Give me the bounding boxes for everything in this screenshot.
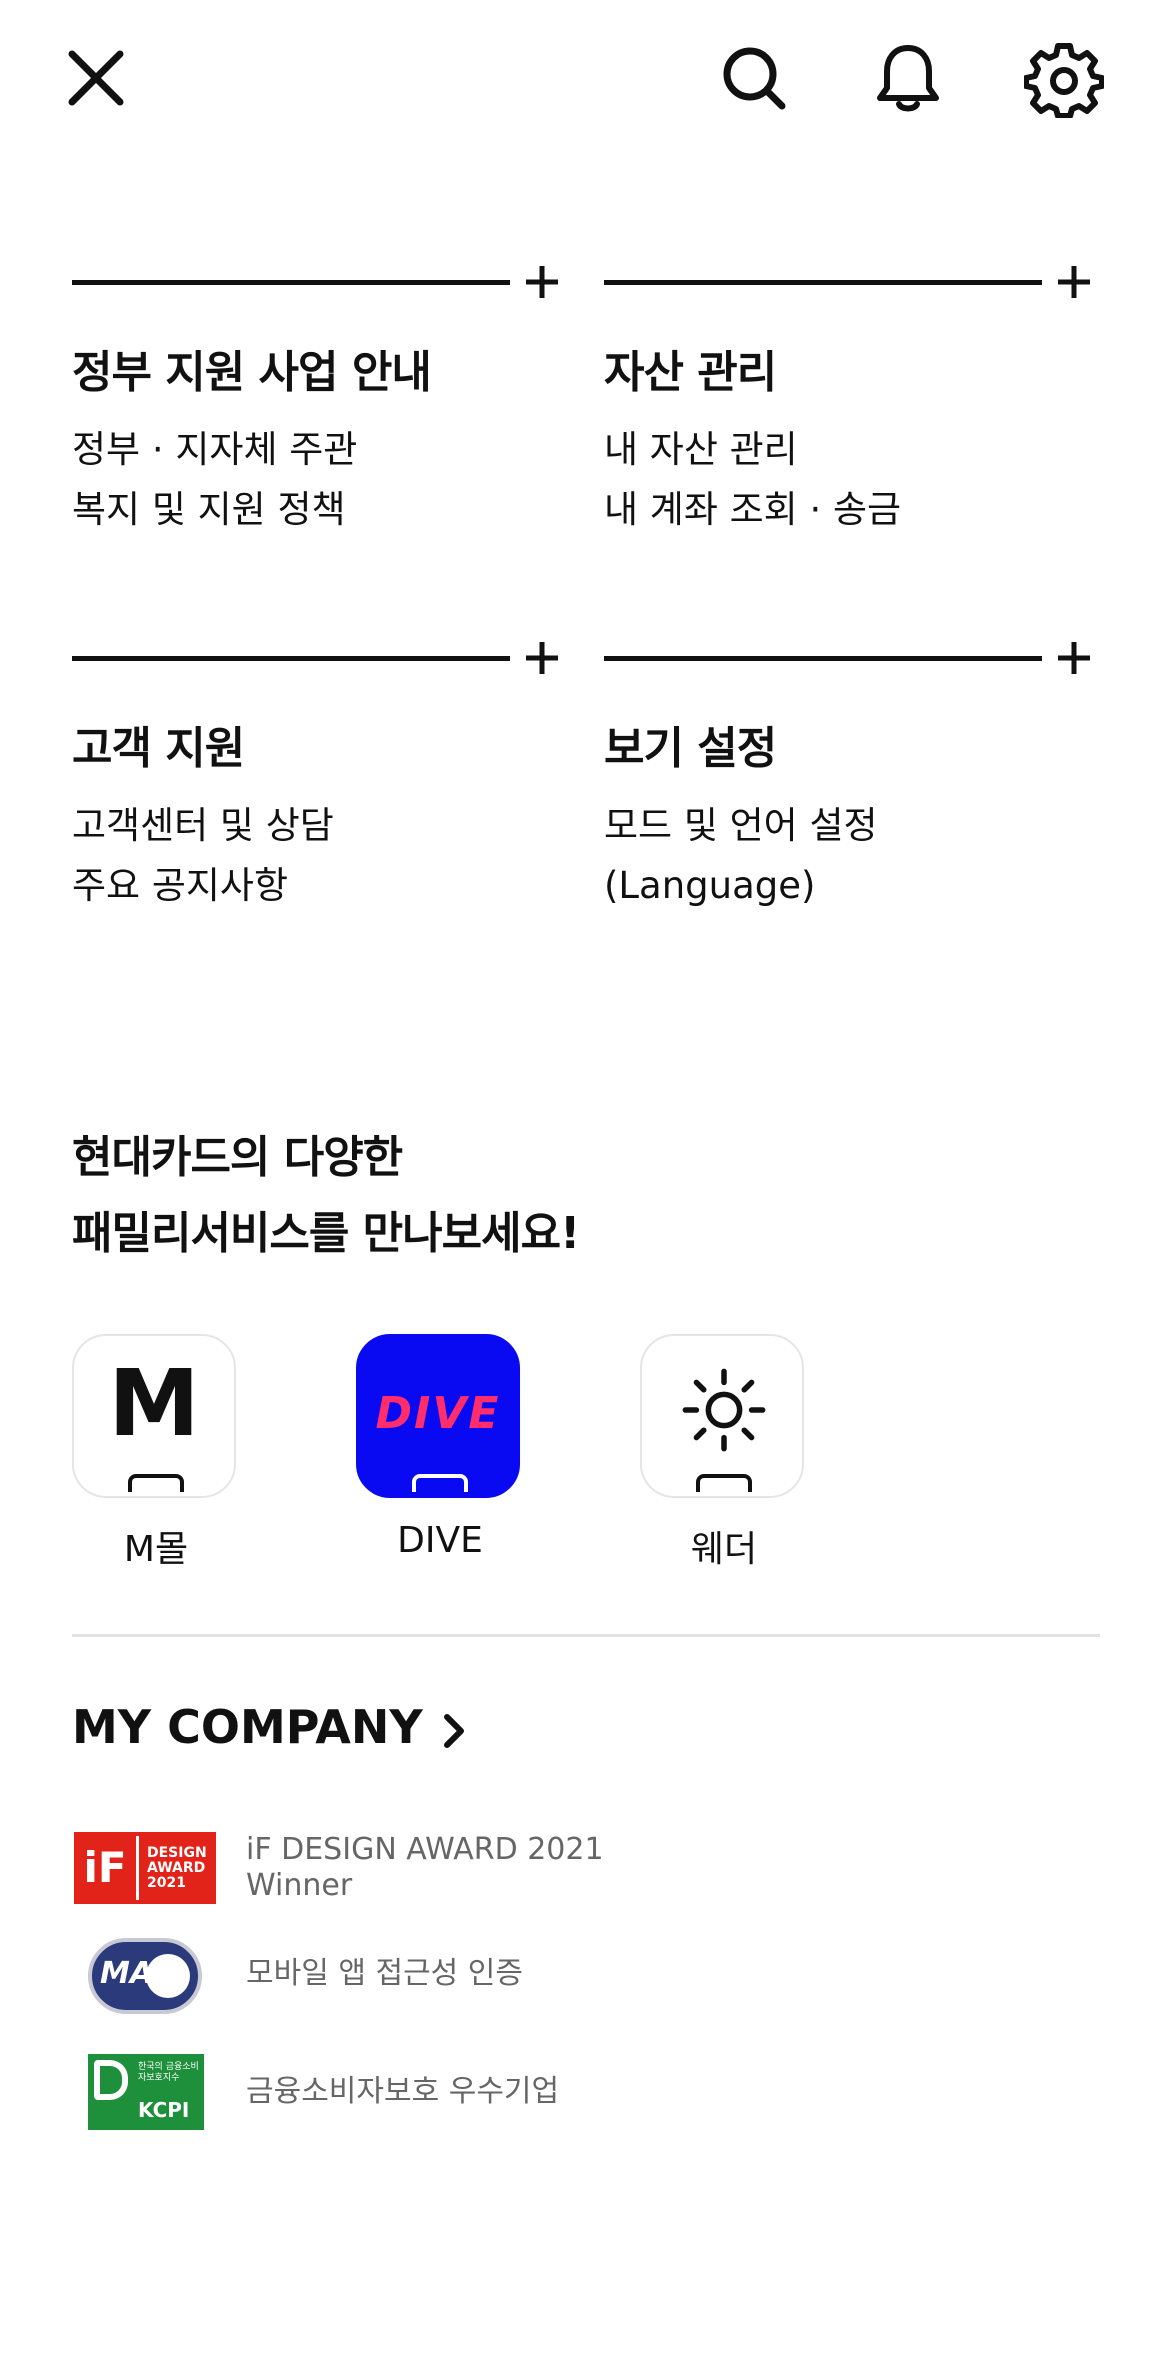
- menu-link-customer-center[interactable]: 고객센터 및 상담: [72, 796, 334, 856]
- if-badge-award: AWARD: [147, 1859, 206, 1876]
- section-title: 자산 관리: [604, 347, 777, 398]
- menu-link-welfare[interactable]: 복지 및 지원 정책: [72, 480, 357, 540]
- accessibility-person-icon: [146, 1954, 190, 1998]
- app-mmall[interactable]: M M몰: [72, 1334, 240, 1572]
- close-button[interactable]: [56, 38, 136, 118]
- plus-icon[interactable]: [1054, 638, 1094, 678]
- mmall-logo: M: [108, 1350, 200, 1457]
- close-icon: [68, 50, 124, 106]
- menu-link-notices[interactable]: 주요 공지사항: [72, 856, 334, 916]
- mobile-accessibility-text: 모바일 앱 접근성 인증: [246, 1956, 524, 1991]
- plus-icon[interactable]: [1054, 262, 1094, 302]
- menu-link-language[interactable]: (Language): [604, 856, 878, 916]
- menu-link-my-assets[interactable]: 내 자산 관리: [604, 420, 901, 480]
- section-divider: [72, 656, 510, 661]
- app-label: M몰: [123, 1529, 189, 1570]
- bell-icon: [877, 45, 939, 112]
- family-title-line2: 패밀리서비스를 만나보세요!: [72, 1208, 580, 1259]
- app-label: 웨더: [690, 1529, 758, 1570]
- if-badge-logo: iF: [74, 1836, 139, 1900]
- search-button[interactable]: [714, 38, 794, 118]
- award-if-design: iF DESIGN AWARD 2021 iF DESIGN AWARD 202…: [72, 1822, 872, 1922]
- if-award-subtitle: Winner: [246, 1868, 353, 1903]
- kcpi-badge: 한국의 금융소비자보호지수 KCPI: [88, 2054, 204, 2130]
- app-notch: [412, 1474, 468, 1492]
- app-label: DIVE: [397, 1520, 483, 1561]
- kcpi-badge-text: KCPI: [138, 2098, 190, 2122]
- award-kcpi: 한국의 금융소비자보호지수 KCPI 금융소비자보호 우수기업: [72, 2044, 872, 2144]
- notification-button[interactable]: [868, 38, 948, 118]
- plus-icon[interactable]: [522, 638, 562, 678]
- section-divider: [72, 1634, 1100, 1637]
- section-divider: [72, 280, 510, 285]
- gear-icon: [1024, 43, 1104, 118]
- kcpi-logo-icon: [94, 2060, 128, 2100]
- menu-link-account-transfer[interactable]: 내 계좌 조회 · 송금: [604, 480, 901, 540]
- if-award-title: iF DESIGN AWARD 2021: [246, 1832, 604, 1867]
- award-mobile-accessibility: MA 모바일 앱 접근성 인증: [72, 1926, 872, 2026]
- kcpi-text: 금융소비자보호 우수기업: [246, 2074, 560, 2109]
- section-divider: [604, 656, 1042, 661]
- if-design-award-badge: iF DESIGN AWARD 2021: [74, 1832, 216, 1904]
- section-title: 보기 설정: [604, 723, 777, 774]
- dive-app-icon: DIVE: [356, 1334, 520, 1498]
- section-title: 고객 지원: [72, 723, 245, 774]
- if-badge-design: DESIGN: [147, 1844, 207, 1861]
- weather-app-icon: [640, 1334, 804, 1498]
- settings-button[interactable]: [1024, 38, 1104, 118]
- section-divider: [604, 280, 1042, 285]
- app-dive[interactable]: DIVE DIVE: [356, 1334, 524, 1561]
- mobile-accessibility-badge: MA: [88, 1938, 202, 2014]
- my-company-label: MY COMPANY: [72, 1700, 423, 1754]
- app-weather[interactable]: 웨더: [640, 1334, 808, 1572]
- plus-icon[interactable]: [522, 262, 562, 302]
- app-notch: [696, 1474, 752, 1492]
- app-notch: [128, 1474, 184, 1492]
- sun-icon: [682, 1368, 766, 1452]
- section-title: 정부 지원 사업 안내: [72, 347, 432, 398]
- menu-link-mode-language[interactable]: 모드 및 언어 설정: [604, 796, 878, 856]
- mmall-app-icon: M: [72, 1334, 236, 1498]
- dive-logo: DIVE: [375, 1388, 501, 1439]
- family-title-line1: 현대카드의 다양한: [72, 1132, 403, 1183]
- search-icon: [723, 47, 786, 110]
- if-badge-year: 2021: [147, 1874, 186, 1891]
- family-services-title: 현대카드의 다양한 패밀리서비스를 만나보세요!: [72, 1120, 580, 1272]
- kcpi-badge-sub: 한국의 금융소비자보호지수: [138, 2062, 199, 2083]
- my-company-link[interactable]: MY COMPANY: [72, 1700, 469, 1754]
- chevron-right-icon: [443, 1713, 464, 1748]
- menu-link-gov-local[interactable]: 정부 · 지자체 주관: [72, 420, 357, 480]
